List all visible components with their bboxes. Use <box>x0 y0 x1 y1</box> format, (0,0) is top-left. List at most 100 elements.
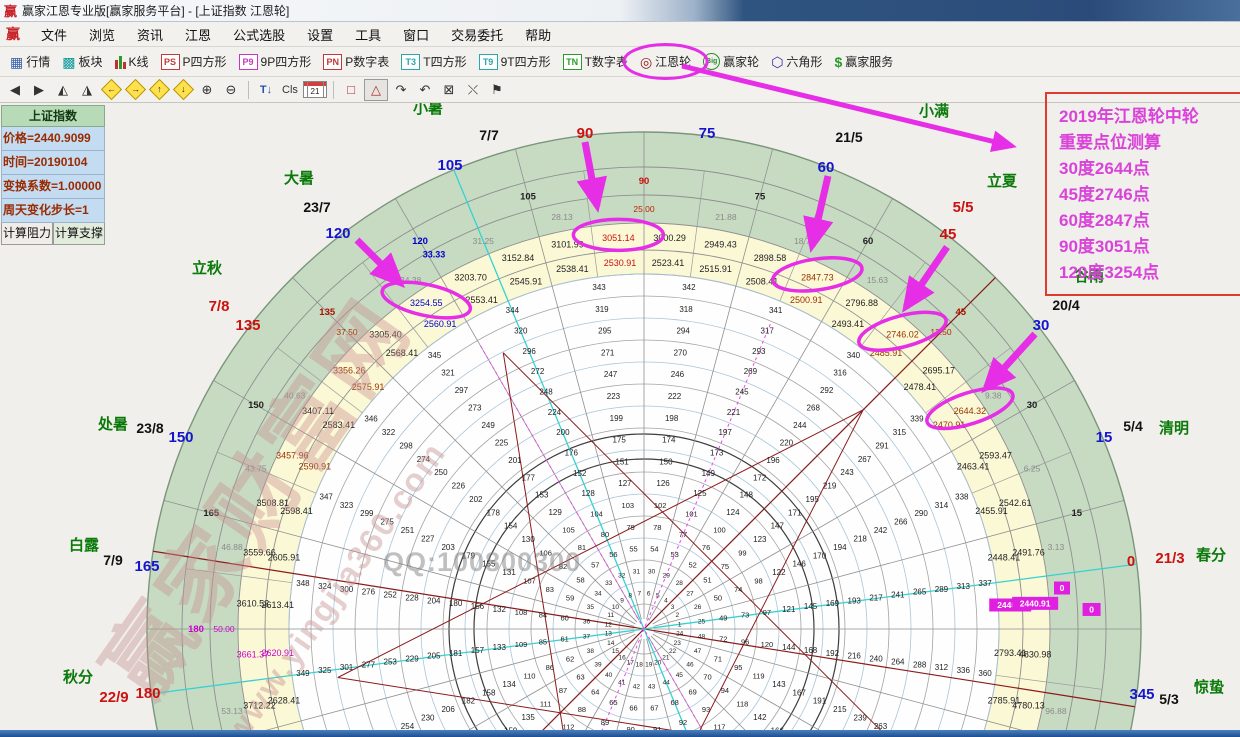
svg-text:245: 245 <box>735 387 749 396</box>
svg-text:177: 177 <box>522 473 536 482</box>
flip-down-button[interactable]: ◮ <box>76 80 98 100</box>
button-计算阻力[interactable]: 计算阻力 <box>1 223 53 245</box>
svg-text:13: 13 <box>605 631 613 638</box>
flag-tool-button[interactable]: ⚑ <box>486 80 508 100</box>
menu-item-浏览[interactable]: 浏览 <box>78 25 126 44</box>
toolbar-button-label: 江恩轮 <box>655 53 691 70</box>
toolbar-button-行情[interactable]: ▦行情 <box>4 50 56 73</box>
svg-text:125: 125 <box>693 489 707 498</box>
svg-text:130: 130 <box>521 535 535 544</box>
toolbar-button-T四方形[interactable]: T3T四方形 <box>395 50 472 73</box>
svg-text:105: 105 <box>520 191 537 202</box>
toolbar-button-9P四方形[interactable]: P99P四方形 <box>233 50 318 73</box>
menu-item-文件[interactable]: 文件 <box>30 25 78 44</box>
svg-text:30: 30 <box>1027 400 1038 411</box>
nav-first-button[interactable]: ◀ <box>4 80 26 100</box>
toolbar-button-T数字表[interactable]: TNT数字表 <box>557 50 634 73</box>
svg-text:201: 201 <box>508 456 522 465</box>
svg-text:69: 69 <box>689 687 697 696</box>
svg-text:182: 182 <box>462 697 476 706</box>
toolbar-button-9T四方形[interactable]: T99T四方形 <box>473 50 557 73</box>
svg-text:239: 239 <box>854 714 868 723</box>
flip-up-button[interactable]: ◭ <box>52 80 74 100</box>
svg-text:76: 76 <box>702 543 710 552</box>
cls-button[interactable]: Cls <box>279 80 301 100</box>
pan-right-button[interactable]: → <box>124 80 146 100</box>
wheel-outer-label: 90 <box>577 125 594 142</box>
toolbar-button-P四方形[interactable]: PSP四方形 <box>155 50 233 73</box>
svg-text:2538.41: 2538.41 <box>556 264 589 274</box>
toolbar-button-赢家轮[interactable]: Big赢家轮 <box>697 50 765 73</box>
wheel-outer-label: 345 <box>1129 686 1154 703</box>
menu-item-设置[interactable]: 设置 <box>296 25 344 44</box>
svg-text:63: 63 <box>576 673 584 682</box>
toolbar-button-赢家服务[interactable]: $赢家服务 <box>828 50 899 73</box>
toolbar-button-label: 赢家轮 <box>723 53 759 70</box>
svg-text:2949.43: 2949.43 <box>704 240 737 250</box>
wheel-outer-label: 15 <box>1096 429 1113 446</box>
menu-item-窗口[interactable]: 窗口 <box>392 25 440 44</box>
note-line: 60度2847点 <box>1059 208 1240 234</box>
P四方形-icon: PS <box>161 54 180 70</box>
svg-text:174: 174 <box>662 436 676 445</box>
pan-down-button[interactable]: ↓ <box>172 80 194 100</box>
svg-text:345: 345 <box>428 351 442 360</box>
svg-text:223: 223 <box>607 392 621 401</box>
toolbar-button-板块[interactable]: ▩板块 <box>56 50 108 73</box>
calendar-button[interactable]: 21 <box>303 81 327 98</box>
pan-left-button[interactable]: ← <box>100 80 122 100</box>
triangle-tool-button[interactable]: △ <box>364 79 388 101</box>
svg-text:100: 100 <box>713 526 726 535</box>
menu-item-帮助[interactable]: 帮助 <box>514 25 562 44</box>
svg-text:47: 47 <box>694 648 702 655</box>
rotate-ccw-button[interactable]: ↶ <box>414 80 436 100</box>
zoom-in-button[interactable]: ⊕ <box>196 80 218 100</box>
menu-item-江恩[interactable]: 江恩 <box>174 25 222 44</box>
svg-text:150: 150 <box>659 457 673 466</box>
menu-item-资讯[interactable]: 资讯 <box>126 25 174 44</box>
toolbar-button-六角形[interactable]: ⬡六角形 <box>765 50 828 73</box>
svg-text:6: 6 <box>647 590 651 597</box>
svg-text:181: 181 <box>449 649 463 658</box>
svg-text:5: 5 <box>656 593 660 600</box>
svg-text:72: 72 <box>719 634 727 643</box>
svg-text:0: 0 <box>1060 583 1065 593</box>
rotate-cw-button[interactable]: ↷ <box>390 80 412 100</box>
svg-text:15.63: 15.63 <box>867 275 889 285</box>
wheel-outer-label: 处暑 <box>97 415 128 433</box>
svg-text:0: 0 <box>1089 604 1094 614</box>
svg-text:85: 85 <box>539 637 547 646</box>
time-axis-button[interactable]: T↓ <box>255 80 277 100</box>
center-view-button[interactable]: ⤬ <box>462 80 484 100</box>
nav-last-button[interactable]: ▶ <box>28 80 50 100</box>
svg-text:167: 167 <box>793 688 807 697</box>
svg-text:294: 294 <box>676 327 690 336</box>
svg-text:288: 288 <box>913 660 927 669</box>
svg-text:73: 73 <box>741 611 749 620</box>
menu-item-交易委托[interactable]: 交易委托 <box>440 25 514 44</box>
wheel-outer-label: 立夏 <box>987 172 1018 190</box>
quote-info-panel: 上证指数 价格=2440.9099时间=20190104变换系数=1.00000… <box>1 105 105 245</box>
svg-text:3152.84: 3152.84 <box>502 253 535 263</box>
toolbar-button-P数字表[interactable]: PNP数字表 <box>317 50 395 73</box>
svg-text:2470.91: 2470.91 <box>933 420 966 430</box>
menu-item-公式选股[interactable]: 公式选股 <box>222 25 296 44</box>
zoom-out-button[interactable]: ⊖ <box>220 80 242 100</box>
svg-text:273: 273 <box>468 403 482 412</box>
toolbar-button-江恩轮[interactable]: ◎江恩轮 <box>634 50 697 73</box>
svg-text:340: 340 <box>847 351 861 360</box>
svg-text:84: 84 <box>539 611 547 620</box>
gann-wheel-chart[interactable]: 1234567891011121314151617181920212223242… <box>0 103 1240 733</box>
pan-up-button[interactable]: ↑ <box>148 80 170 100</box>
svg-text:18: 18 <box>636 662 644 669</box>
square-tool-button[interactable]: □ <box>340 80 362 100</box>
toolbar-button-label: 赢家服务 <box>845 53 893 70</box>
svg-text:242: 242 <box>874 526 888 535</box>
button-计算支撑[interactable]: 计算支撑 <box>53 223 105 245</box>
fit-view-button[interactable]: ⊠ <box>438 80 460 100</box>
menu-item-工具[interactable]: 工具 <box>344 25 392 44</box>
toolbar-button-K线[interactable]: K线 <box>109 50 155 73</box>
wheel-outer-label: 惊蛰 <box>1194 678 1224 696</box>
svg-text:9: 9 <box>620 597 624 604</box>
toolbar-button-label: 六角形 <box>786 53 822 70</box>
